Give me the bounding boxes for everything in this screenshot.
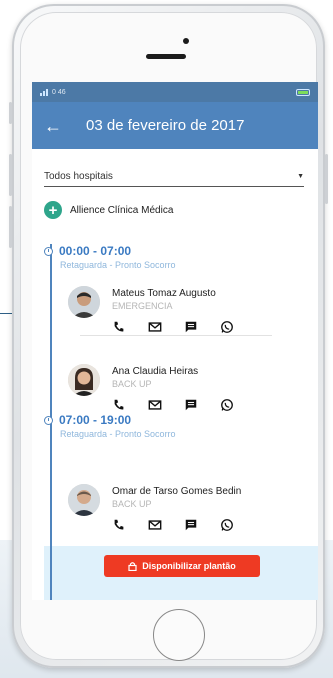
person-role: BACK UP — [112, 499, 152, 509]
app-header: ← 03 de fevereiro de 2017 — [32, 102, 318, 149]
hospital-name: Allience Clínica Médica — [70, 204, 174, 216]
contact-actions — [112, 398, 234, 412]
avatar — [68, 484, 100, 516]
make-shift-available-button[interactable]: Disponibilizar plantão — [104, 555, 260, 577]
phone-icon[interactable] — [112, 518, 126, 532]
power-button — [325, 154, 328, 204]
phone-icon[interactable] — [112, 320, 126, 334]
shift-block: 00:00 - 07:00 Retaguarda - Pronto Socorr… — [44, 244, 176, 270]
lock-icon — [128, 562, 137, 571]
carrier-label: 0 46 — [52, 88, 66, 96]
shift-header: 07:00 - 19:00 — [44, 413, 176, 427]
arrow-left-icon[interactable]: ← — [44, 117, 66, 135]
phone-icon[interactable] — [112, 398, 126, 412]
signal-icon — [40, 88, 48, 96]
filter-value: Todos hospitais — [44, 170, 113, 182]
mail-icon[interactable] — [148, 320, 162, 334]
clock-icon — [44, 415, 53, 425]
home-button[interactable] — [153, 609, 205, 661]
mail-icon[interactable] — [148, 518, 162, 532]
clock-icon — [44, 246, 53, 256]
volume-down-button — [9, 206, 12, 248]
avatar — [68, 364, 100, 396]
avatar — [68, 286, 100, 318]
page-title: 03 de fevereiro de 2017 — [86, 117, 245, 134]
message-icon[interactable] — [184, 398, 198, 412]
front-camera — [183, 38, 189, 44]
app-screen: 0 46 ← 03 de fevereiro de 2017 Todos hos… — [32, 82, 318, 600]
earpiece-speaker — [146, 54, 186, 59]
shift-subtitle: Retaguarda - Pronto Socorro — [60, 429, 176, 439]
chevron-down-icon: ▼ — [297, 172, 304, 180]
person-name: Ana Claudia Heiras — [112, 366, 199, 377]
message-icon[interactable] — [184, 518, 198, 532]
person-role: BACK UP — [112, 379, 152, 389]
whatsapp-icon[interactable] — [220, 398, 234, 412]
person-role: EMERGENCIA — [112, 301, 173, 311]
mute-switch — [9, 102, 12, 124]
contact-actions — [112, 320, 234, 334]
whatsapp-icon[interactable] — [220, 518, 234, 532]
mail-icon[interactable] — [148, 398, 162, 412]
shift-subtitle: Retaguarda - Pronto Socorro — [60, 260, 176, 270]
status-bar: 0 46 — [32, 82, 318, 102]
hospital-header[interactable]: + Allience Clínica Médica — [44, 201, 173, 219]
whatsapp-icon[interactable] — [220, 320, 234, 334]
shift-time: 07:00 - 19:00 — [59, 413, 132, 427]
shift-time: 00:00 - 07:00 — [59, 244, 132, 258]
shift-header: 00:00 - 07:00 — [44, 244, 176, 258]
person-name: Mateus Tomaz Augusto — [112, 288, 216, 299]
person-name: Omar de Tarso Gomes Bedin — [112, 486, 242, 497]
divider — [80, 335, 272, 336]
contact-actions — [112, 518, 234, 532]
battery-icon — [296, 88, 310, 96]
shift-block: 07:00 - 19:00 Retaguarda - Pronto Socorr… — [44, 413, 176, 439]
volume-up-button — [9, 154, 12, 196]
hospital-filter-select[interactable]: Todos hospitais ▼ — [44, 166, 304, 187]
message-icon[interactable] — [184, 320, 198, 334]
plus-circle-icon: + — [44, 201, 62, 219]
cta-label: Disponibilizar plantão — [142, 561, 236, 571]
